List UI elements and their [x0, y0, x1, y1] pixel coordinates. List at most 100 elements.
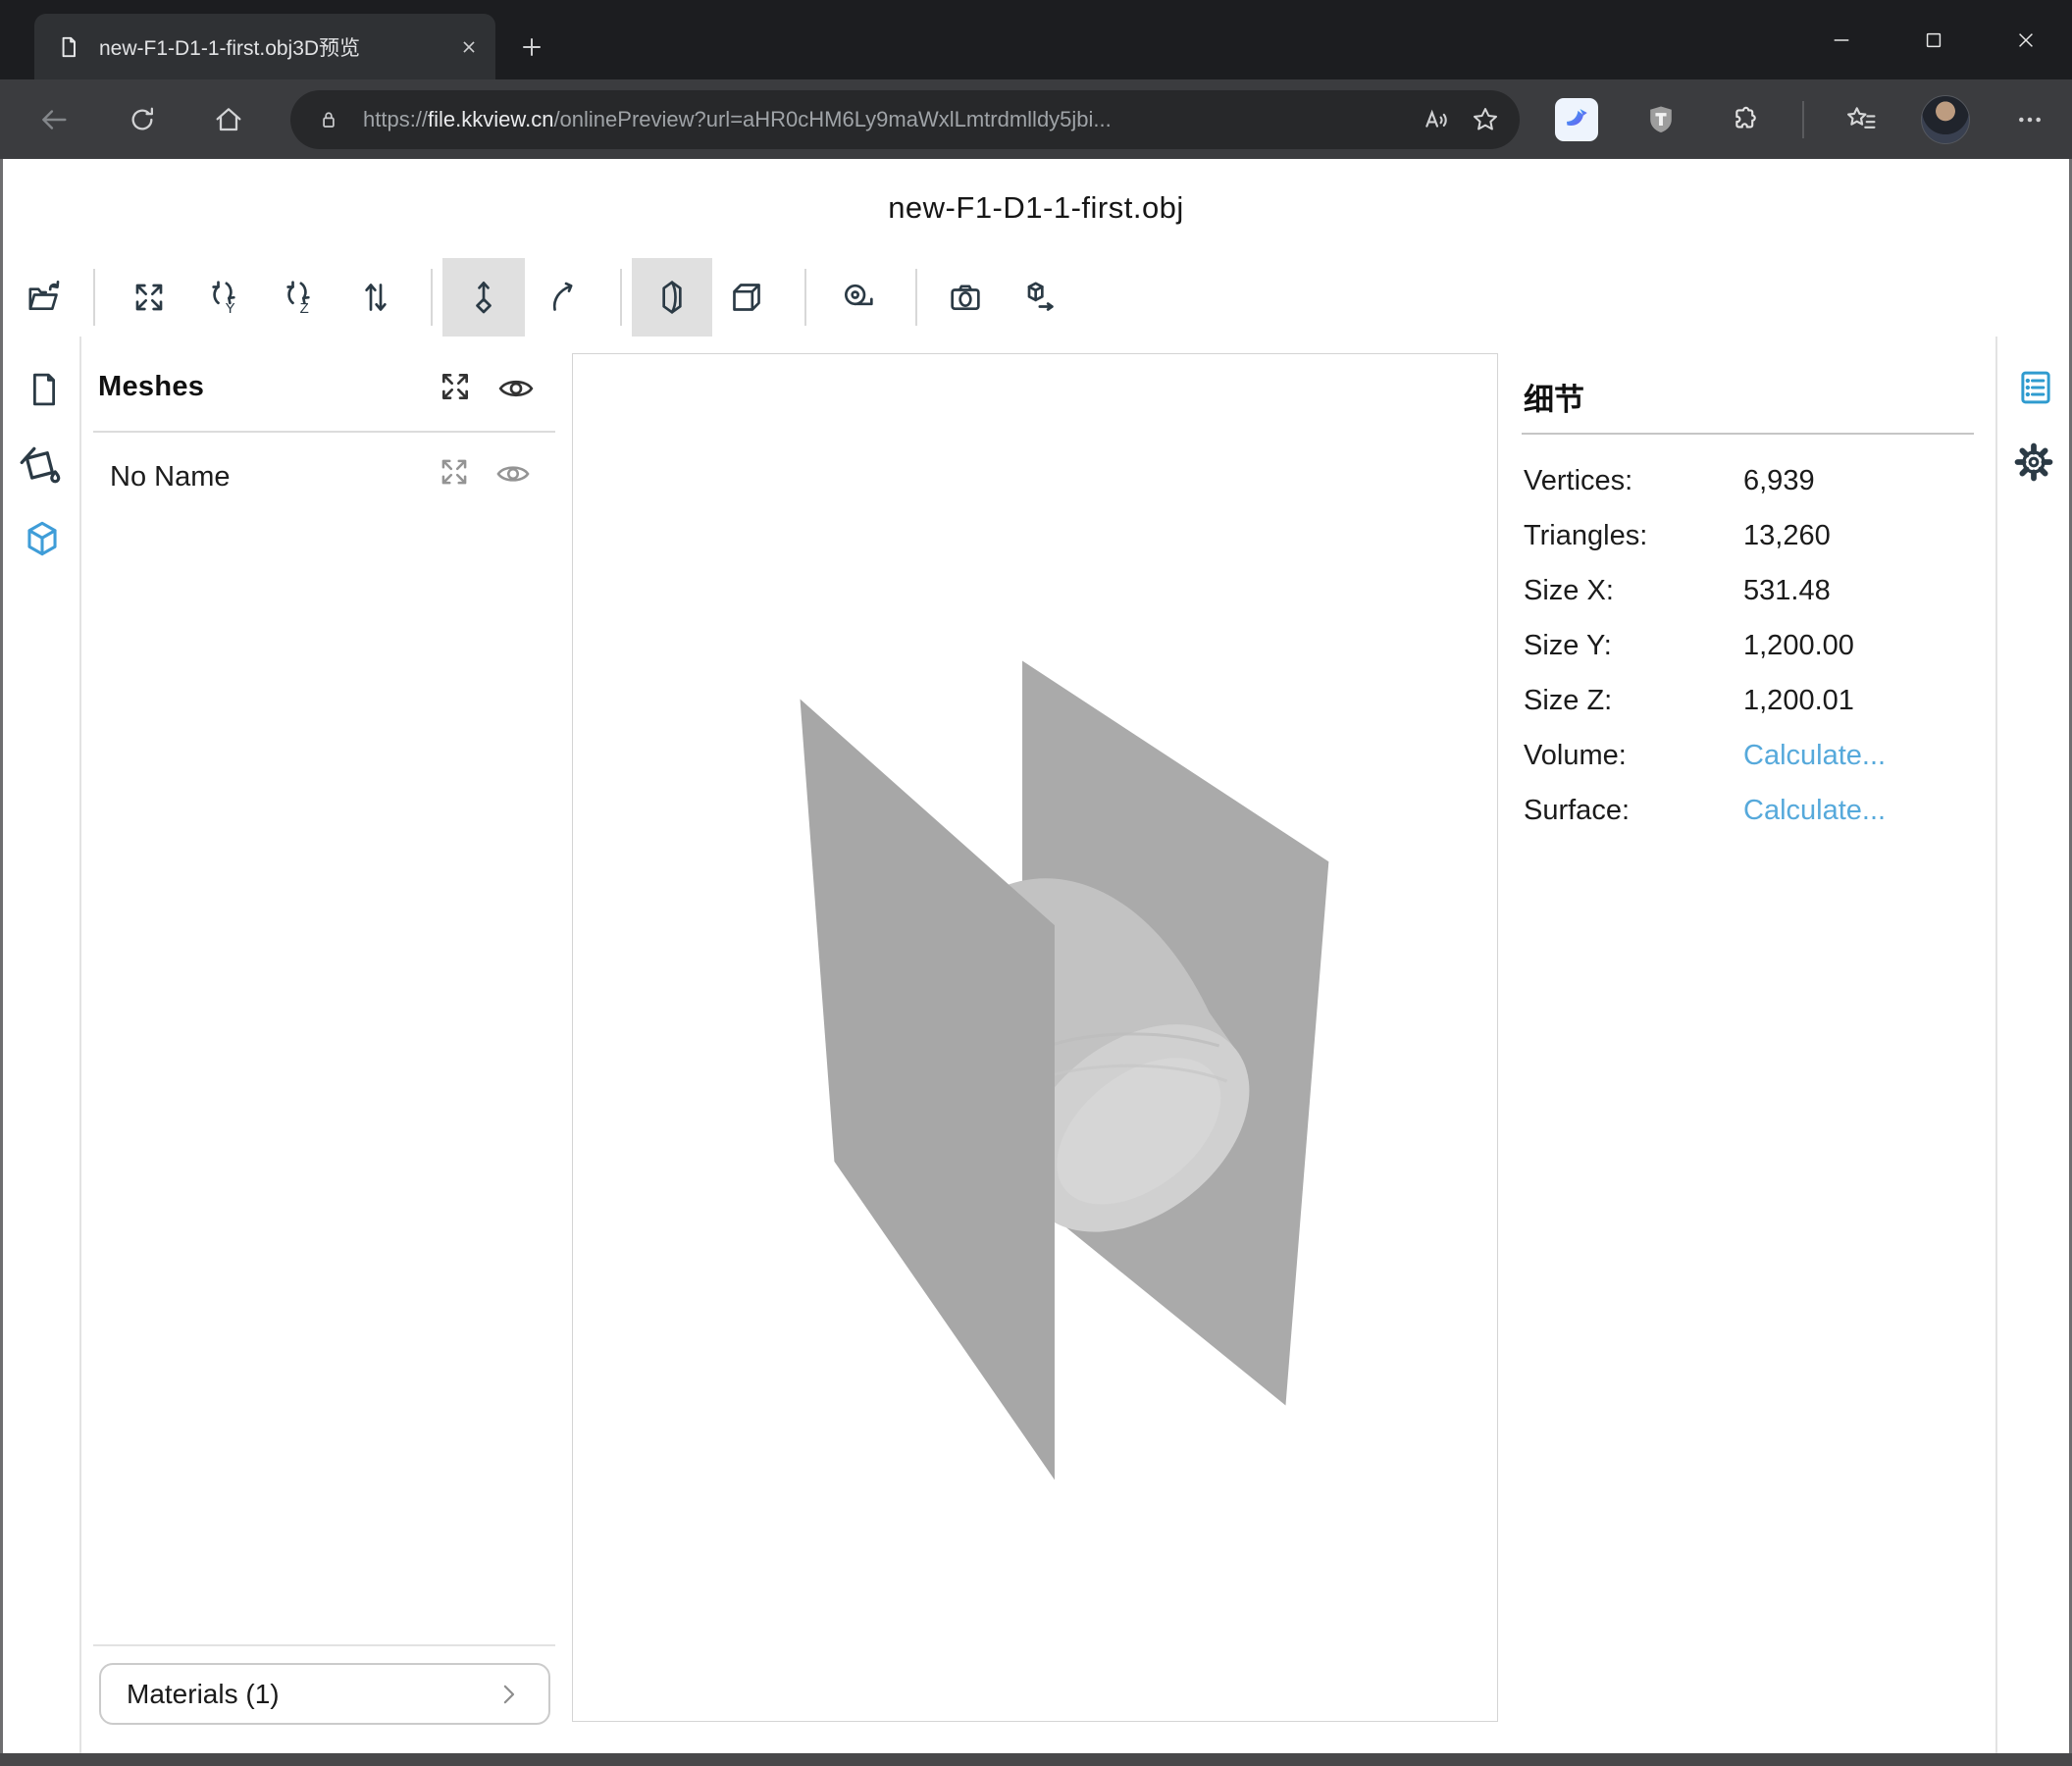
- calculate-volume-link[interactable]: Calculate...: [1743, 740, 1886, 772]
- url-path: /onlinePreview?url=aHR0cHM6Ly9maWxlLmtrd…: [553, 107, 1111, 131]
- left-rail-divider: [79, 337, 81, 1753]
- paint-material-icon: [14, 442, 65, 493]
- settings-button[interactable]: [2011, 440, 2056, 485]
- new-tab-button[interactable]: [510, 26, 553, 69]
- box-view-button[interactable]: [719, 270, 774, 325]
- expand-icon: [436, 367, 475, 406]
- toolbar-divider: [620, 269, 622, 326]
- browser-navbar: https://file.kkview.cn/onlinePreview?url…: [0, 79, 2072, 159]
- sidebar-item-meshes[interactable]: [20, 516, 65, 561]
- rotate-z-button[interactable]: Z: [273, 270, 328, 325]
- details-divider: [1522, 433, 1974, 435]
- detail-label: Triangles:: [1524, 520, 1647, 552]
- sidebar-item-file-info[interactable]: [24, 369, 65, 410]
- svg-text:Y: Y: [226, 300, 235, 317]
- measure-tape-icon: [839, 278, 878, 317]
- read-aloud-button[interactable]: [1420, 104, 1451, 135]
- plus-icon: [518, 33, 545, 61]
- back-arrow-icon: [37, 103, 71, 136]
- materials-button[interactable]: Materials (1): [99, 1663, 550, 1725]
- measure-button[interactable]: [831, 270, 886, 325]
- export-model-button[interactable]: [1011, 270, 1066, 325]
- orbit-button[interactable]: [537, 270, 592, 325]
- details-list-button[interactable]: [2015, 367, 2056, 408]
- shaded-view-button[interactable]: [632, 258, 712, 337]
- extensions-button[interactable]: [1718, 92, 1773, 147]
- tab-close-button[interactable]: [458, 36, 480, 58]
- file-icon: [24, 369, 65, 410]
- detail-value: 6,939: [1743, 465, 1815, 497]
- detail-label: Size Y:: [1524, 630, 1612, 662]
- page-favicon-icon: [56, 34, 81, 60]
- window-bottom-edge: [0, 1753, 2072, 1766]
- browser-tab[interactable]: new-F1-D1-1-first.obj3D预览: [34, 14, 495, 79]
- star-icon: [1471, 105, 1500, 134]
- mesh-item-expand-button[interactable]: [436, 453, 473, 491]
- fit-to-view-icon: [130, 278, 169, 317]
- minimize-button[interactable]: [1795, 0, 1888, 79]
- close-icon: [2015, 29, 2037, 51]
- url-domain: file.kkview.cn: [428, 107, 553, 131]
- model-3d-scene: [573, 354, 1497, 1721]
- meshes-expand-button[interactable]: [436, 367, 475, 406]
- detail-value: 1,200.00: [1743, 630, 1854, 662]
- read-aloud-icon: [1420, 104, 1451, 135]
- flip-vertical-button[interactable]: [348, 270, 403, 325]
- meshes-visibility-button[interactable]: [496, 369, 536, 408]
- detail-label: Volume:: [1524, 740, 1627, 772]
- svg-text:Z: Z: [300, 300, 309, 317]
- detail-label: Size X:: [1524, 575, 1614, 607]
- refresh-button[interactable]: [116, 93, 169, 146]
- maximize-icon: [1923, 29, 1944, 51]
- mesh-item-visibility-button[interactable]: [494, 455, 532, 493]
- gear-icon: [2011, 440, 2056, 485]
- maximize-button[interactable]: [1888, 0, 1980, 79]
- thunder-extension-button[interactable]: [1549, 92, 1604, 147]
- address-bar[interactable]: https://file.kkview.cn/onlinePreview?url…: [290, 90, 1520, 149]
- up-axis-button[interactable]: [442, 258, 525, 337]
- page-title: new-F1-D1-1-first.obj: [0, 190, 2072, 226]
- rotate-y-icon: Y: [206, 278, 245, 317]
- screenshot-button[interactable]: [938, 270, 993, 325]
- refresh-icon: [127, 104, 158, 135]
- box-view-icon: [727, 278, 766, 317]
- mesh-item-name[interactable]: No Name: [110, 461, 231, 493]
- rotate-z-icon: Z: [281, 278, 320, 317]
- navbar-separator: [1802, 101, 1804, 138]
- toolbar-divider: [431, 269, 433, 326]
- favorites-hub-button[interactable]: [1834, 92, 1889, 147]
- rotate-y-button[interactable]: Y: [198, 270, 253, 325]
- shaded-view-icon: [652, 278, 692, 317]
- back-button[interactable]: [27, 93, 80, 146]
- eye-icon: [494, 455, 532, 493]
- thunder-icon: [1555, 98, 1598, 141]
- detail-value: 1,200.01: [1743, 685, 1854, 717]
- close-window-button[interactable]: [1980, 0, 2072, 79]
- calculate-surface-link[interactable]: Calculate...: [1743, 795, 1886, 827]
- meshes-panel-divider: [93, 431, 555, 433]
- right-rail-divider: [1995, 337, 1997, 1753]
- favorites-list-icon: [1844, 103, 1878, 136]
- favorite-star-button[interactable]: [1471, 105, 1500, 134]
- fit-to-view-button[interactable]: [122, 270, 177, 325]
- sidebar-item-materials[interactable]: [14, 442, 65, 493]
- camera-icon: [946, 278, 985, 317]
- chevron-right-icon: [493, 1680, 523, 1709]
- tampermonkey-extension-button[interactable]: [1633, 92, 1688, 147]
- details-panel-title: 细节: [1524, 375, 1584, 419]
- profile-button[interactable]: [1918, 92, 1973, 147]
- puzzle-icon: [1730, 104, 1761, 135]
- model-viewport[interactable]: [572, 353, 1498, 1722]
- detail-label: Surface:: [1524, 795, 1630, 827]
- browser-menu-button[interactable]: [2002, 92, 2057, 147]
- up-axis-icon: [464, 278, 503, 317]
- home-button[interactable]: [202, 93, 255, 146]
- cube-icon: [20, 516, 65, 561]
- toolbar-divider: [93, 269, 95, 326]
- close-icon: [458, 36, 480, 58]
- url-text: https://file.kkview.cn/onlinePreview?url…: [363, 107, 1400, 132]
- home-icon: [213, 104, 244, 135]
- detail-value: 531.48: [1743, 575, 1831, 607]
- lock-icon: [316, 107, 341, 132]
- open-file-button[interactable]: [17, 270, 72, 325]
